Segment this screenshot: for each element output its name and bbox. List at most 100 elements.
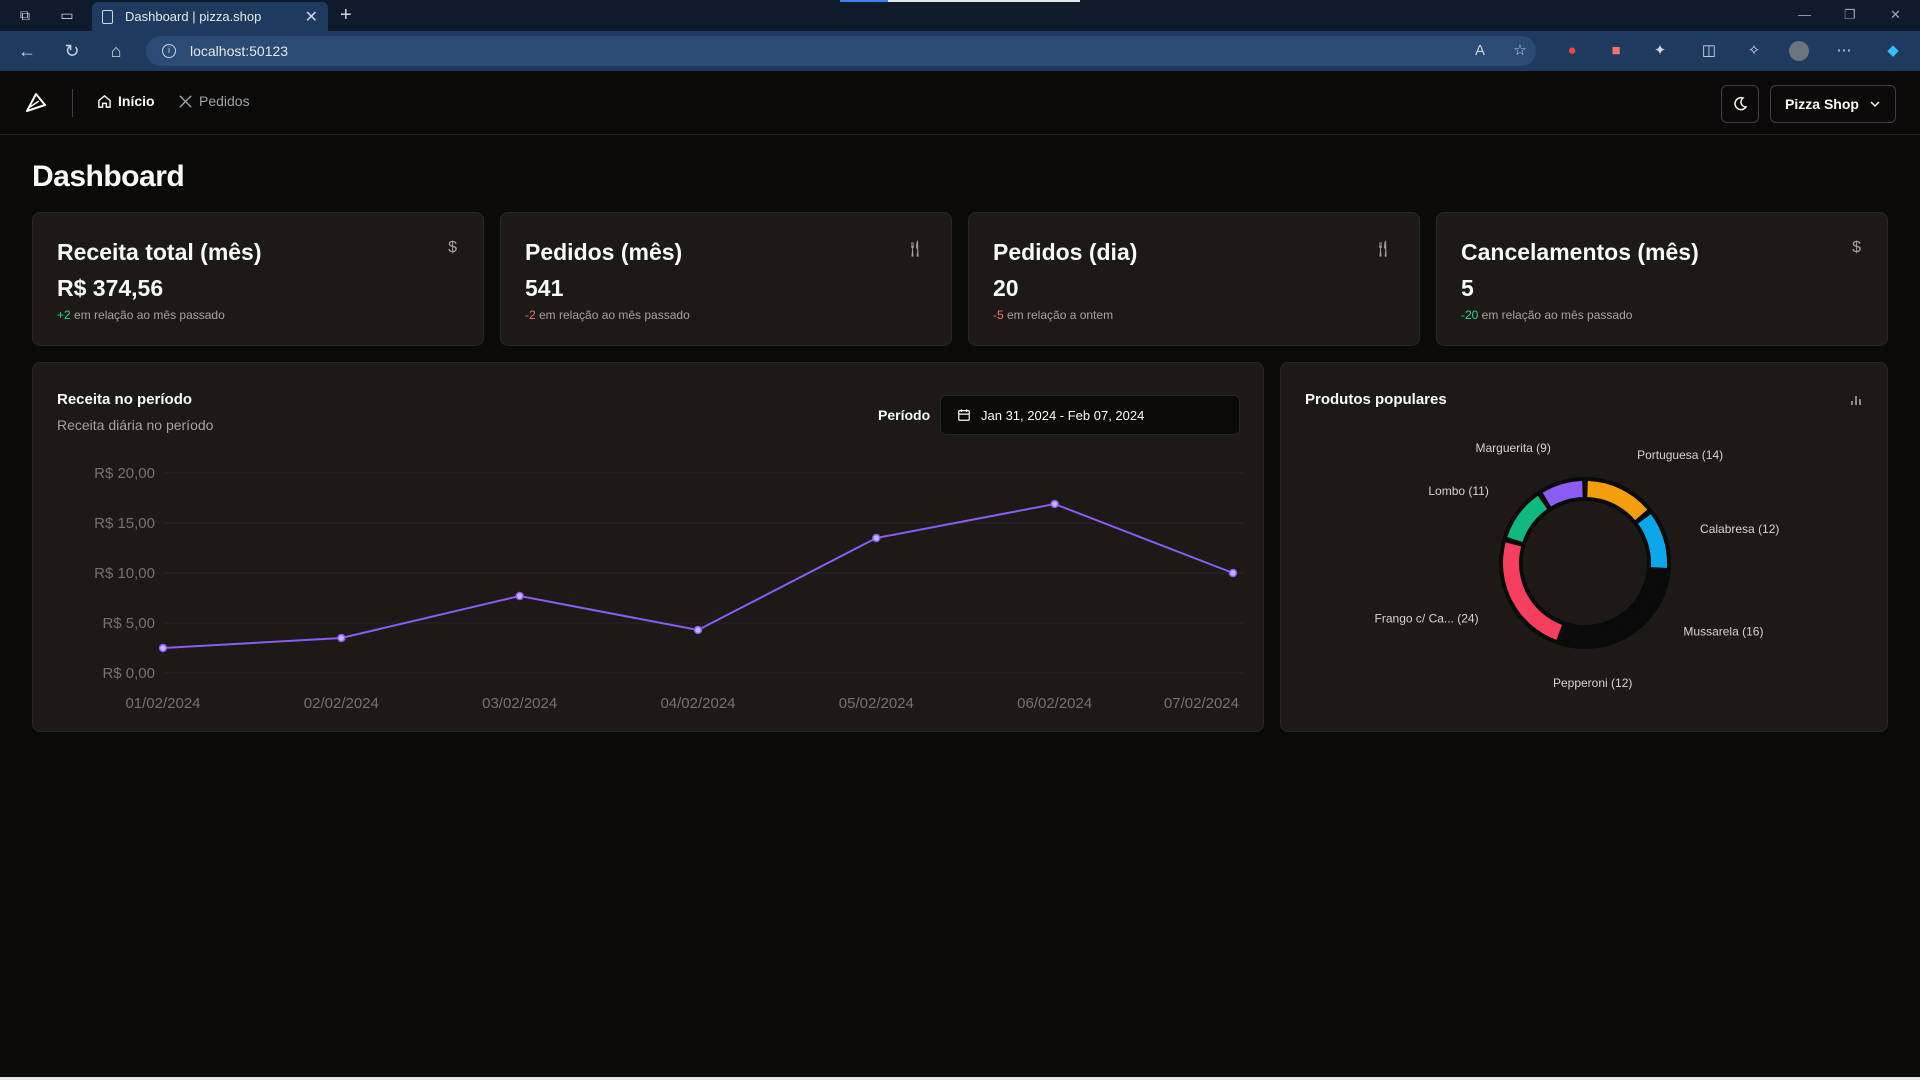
x-tick-label: 05/02/2024: [839, 695, 914, 712]
data-point[interactable]: [693, 625, 703, 635]
pie-slice-label: Frango c/ Ca... (24): [1375, 612, 1479, 626]
nav-pedidos[interactable]: Pedidos: [178, 93, 250, 109]
pie-slice[interactable]: [1503, 542, 1563, 640]
data-point[interactable]: [337, 633, 346, 643]
home-icon: [98, 94, 111, 108]
restore-icon[interactable]: ❐: [1844, 7, 1856, 23]
x-tick-label: 07/02/2024: [1164, 695, 1239, 712]
data-point[interactable]: [515, 591, 524, 601]
url-text: localhost:50123: [190, 43, 289, 59]
home-icon[interactable]: ⌂: [105, 40, 127, 62]
stat-value: 20: [993, 275, 1019, 301]
extension-red-icon[interactable]: ●: [1562, 41, 1582, 61]
stat-label: Receita total (mês): [57, 239, 262, 265]
utensils-icon: 🍴︎: [1372, 241, 1393, 258]
stat-note-text: em relação ao mês passado: [70, 308, 225, 322]
stat-note: -2 em relação ao mês passado: [525, 308, 690, 322]
pie-slice-label: Pepperoni (12): [1553, 676, 1632, 690]
workspaces-icon[interactable]: ⧉: [16, 6, 34, 24]
extension-box-icon[interactable]: ■: [1606, 41, 1626, 61]
stat-note: +2 em relação ao mês passado: [57, 308, 225, 322]
data-point[interactable]: [1228, 568, 1238, 578]
revenue-line-chart: R$ 0,00 R$ 5,00 R$ 10,00 R$ 15,00 R$ 20,00 01…: [94, 465, 1243, 712]
stat-value: 541: [525, 275, 564, 301]
popular-products-card: Produtos populares Portuguesa (14) Calabr…: [1280, 362, 1888, 732]
minimize-icon[interactable]: —: [1798, 7, 1811, 22]
nav-inicio-label: Início: [118, 93, 155, 109]
x-tick-label: 02/02/2024: [304, 695, 379, 712]
tab-actions-icon[interactable]: ▭: [58, 6, 76, 24]
y-tick-label: R$ 20,00: [94, 465, 155, 482]
close-window-icon[interactable]: ✕: [1890, 7, 1901, 23]
page-title: Dashboard: [32, 160, 185, 193]
pie-slice-label: Marguerita (9): [1475, 441, 1550, 455]
stat-value: 5: [1461, 275, 1474, 301]
copilot-icon[interactable]: ◆: [1883, 41, 1903, 61]
y-tick-label: R$ 15,00: [94, 515, 155, 532]
dollar-icon: $: [1852, 239, 1861, 256]
profile-avatar[interactable]: [1789, 41, 1809, 61]
more-icon[interactable]: ⋯: [1834, 41, 1854, 61]
stat-note: -5 em relação a ontem: [993, 308, 1113, 322]
utensils-crossed-icon: [179, 94, 192, 108]
stat-card-receita: Receita total (mês) $ R$ 374,56 +2 em re…: [32, 212, 484, 346]
stat-delta: -2: [525, 308, 536, 322]
data-point[interactable]: [158, 643, 168, 653]
favorite-star-icon[interactable]: ☆: [1510, 41, 1530, 61]
stat-note-text: em relação a ontem: [1003, 308, 1114, 322]
stat-delta: -5: [993, 308, 1004, 322]
favorites-icon[interactable]: ✧: [1744, 41, 1764, 61]
extensions-icon[interactable]: ✦: [1650, 41, 1670, 61]
popular-products-pie-chart: Portuguesa (14) Calabresa (12) Mussarela (…: [1375, 441, 1780, 690]
x-tick-label: 06/02/2024: [1017, 695, 1092, 712]
data-point[interactable]: [1050, 499, 1059, 509]
nav-inicio[interactable]: Início: [97, 93, 155, 109]
y-tick-label: R$ 0,00: [102, 665, 155, 682]
header-divider: [72, 89, 73, 117]
back-icon[interactable]: ←: [16, 40, 38, 62]
y-tick-label: R$ 5,00: [102, 615, 155, 632]
stat-value: R$ 374,56: [57, 275, 164, 301]
new-tab-button[interactable]: +: [340, 4, 352, 27]
stat-card-pedidos-dia: Pedidos (dia) 🍴︎ 20 -5 em relação a onte…: [968, 212, 1420, 346]
stat-card-pedidos-mes: Pedidos (mês) 🍴︎ 541 -2 em relação ao mê…: [500, 212, 952, 346]
stat-note-text: em relação ao mês passado: [535, 308, 690, 322]
info-icon[interactable]: i: [162, 44, 176, 58]
reload-icon[interactable]: ↻: [61, 40, 83, 62]
read-aloud-icon[interactable]: A: [1470, 41, 1490, 61]
dollar-icon: $: [448, 239, 457, 256]
revenue-chart-card: Receita no período Receita diária no per…: [32, 362, 1264, 732]
browser-tab[interactable]: Dashboard | pizza.shop ✕: [92, 2, 328, 31]
pie-slice-label: Mussarela (16): [1683, 625, 1763, 639]
address-bar-row: ← ↻ ⌂ i localhost:50123 A ☆ ● ■ ✦ ◫ ✧ ⋯ …: [0, 31, 1920, 71]
stat-label: Pedidos (mês): [525, 239, 683, 265]
stat-note-text: em relação ao mês passado: [1478, 308, 1633, 322]
shop-menu-button[interactable]: Pizza Shop: [1770, 85, 1896, 123]
stat-delta: -20: [1461, 308, 1479, 322]
stat-delta: +2: [57, 308, 71, 322]
close-tab-icon[interactable]: ✕: [305, 7, 318, 27]
y-tick-label: R$ 10,00: [94, 565, 155, 582]
moon-icon: [1734, 96, 1748, 111]
tab-title: Dashboard | pizza.shop: [125, 9, 262, 24]
theme-toggle-button[interactable]: [1721, 85, 1759, 123]
pie-slice-label: Calabresa (12): [1700, 522, 1779, 536]
url-input[interactable]: i localhost:50123: [146, 36, 1536, 66]
split-screen-icon[interactable]: ◫: [1699, 41, 1719, 61]
shop-name: Pizza Shop: [1785, 96, 1859, 112]
pie-slice[interactable]: [1638, 514, 1667, 569]
x-tick-label: 04/02/2024: [660, 695, 735, 712]
browser-tab-bar: ⧉ ▭ Dashboard | pizza.shop ✕ + — ❐ ✕: [0, 0, 1920, 31]
app-header: Início Pedidos Pizza Shop: [0, 71, 1920, 135]
data-point[interactable]: [872, 533, 881, 543]
stat-card-cancelamentos: Cancelamentos (mês) $ 5 -20 em relação a…: [1436, 212, 1888, 346]
pizza-logo-icon[interactable]: [24, 91, 48, 115]
stat-label: Cancelamentos (mês): [1461, 239, 1699, 265]
nav-pedidos-label: Pedidos: [199, 93, 250, 109]
chevron-down-icon: [1870, 101, 1880, 108]
x-tick-label: 03/02/2024: [482, 695, 557, 712]
x-tick-label: 01/02/2024: [125, 695, 200, 712]
stat-label: Pedidos (dia): [993, 239, 1138, 265]
pie-slice-label: Portuguesa (14): [1637, 448, 1723, 462]
loading-bar-fill: [840, 0, 888, 2]
